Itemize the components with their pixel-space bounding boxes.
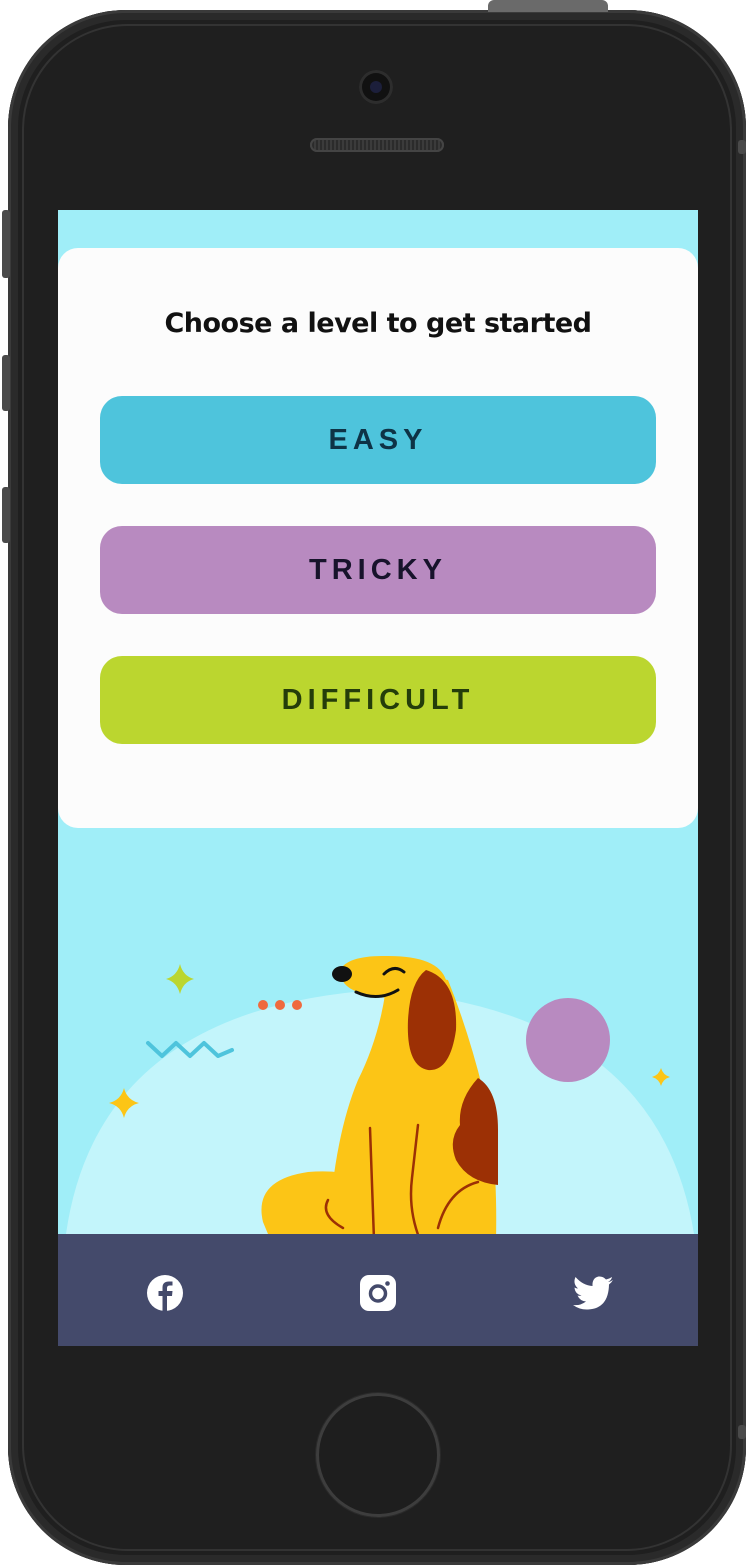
dot: [275, 1000, 285, 1010]
level-card: Choose a level to get started EASY TRICK…: [58, 248, 698, 828]
green-sparkle-icon: [166, 964, 194, 994]
social-footer: [58, 1234, 698, 1346]
facebook-icon[interactable]: [146, 1274, 184, 1312]
twitter-icon[interactable]: [572, 1274, 614, 1312]
page-title: Choose a level to get started: [164, 308, 592, 339]
dot: [258, 1000, 268, 1010]
home-button[interactable]: [316, 1393, 440, 1517]
app-screen: Choose a level to get started EASY TRICK…: [58, 210, 698, 1346]
power-button: [488, 0, 608, 12]
side-notch: [738, 140, 746, 154]
instagram-icon[interactable]: [359, 1274, 397, 1312]
side-notch: [738, 1425, 746, 1439]
front-camera: [359, 70, 393, 104]
purple-ball: [526, 998, 610, 1082]
earpiece-speaker: [310, 138, 444, 152]
dot: [292, 1000, 302, 1010]
dog-illustration: [66, 955, 694, 1240]
tricky-level-button[interactable]: TRICKY: [100, 526, 656, 614]
mute-switch: [2, 210, 10, 278]
volume-down-button: [2, 487, 10, 543]
small-sparkle-icon: [652, 1068, 670, 1086]
volume-up-button: [2, 355, 10, 411]
difficult-level-button[interactable]: DIFFICULT: [100, 656, 656, 744]
easy-level-button[interactable]: EASY: [100, 396, 656, 484]
dog-nose: [332, 966, 352, 982]
